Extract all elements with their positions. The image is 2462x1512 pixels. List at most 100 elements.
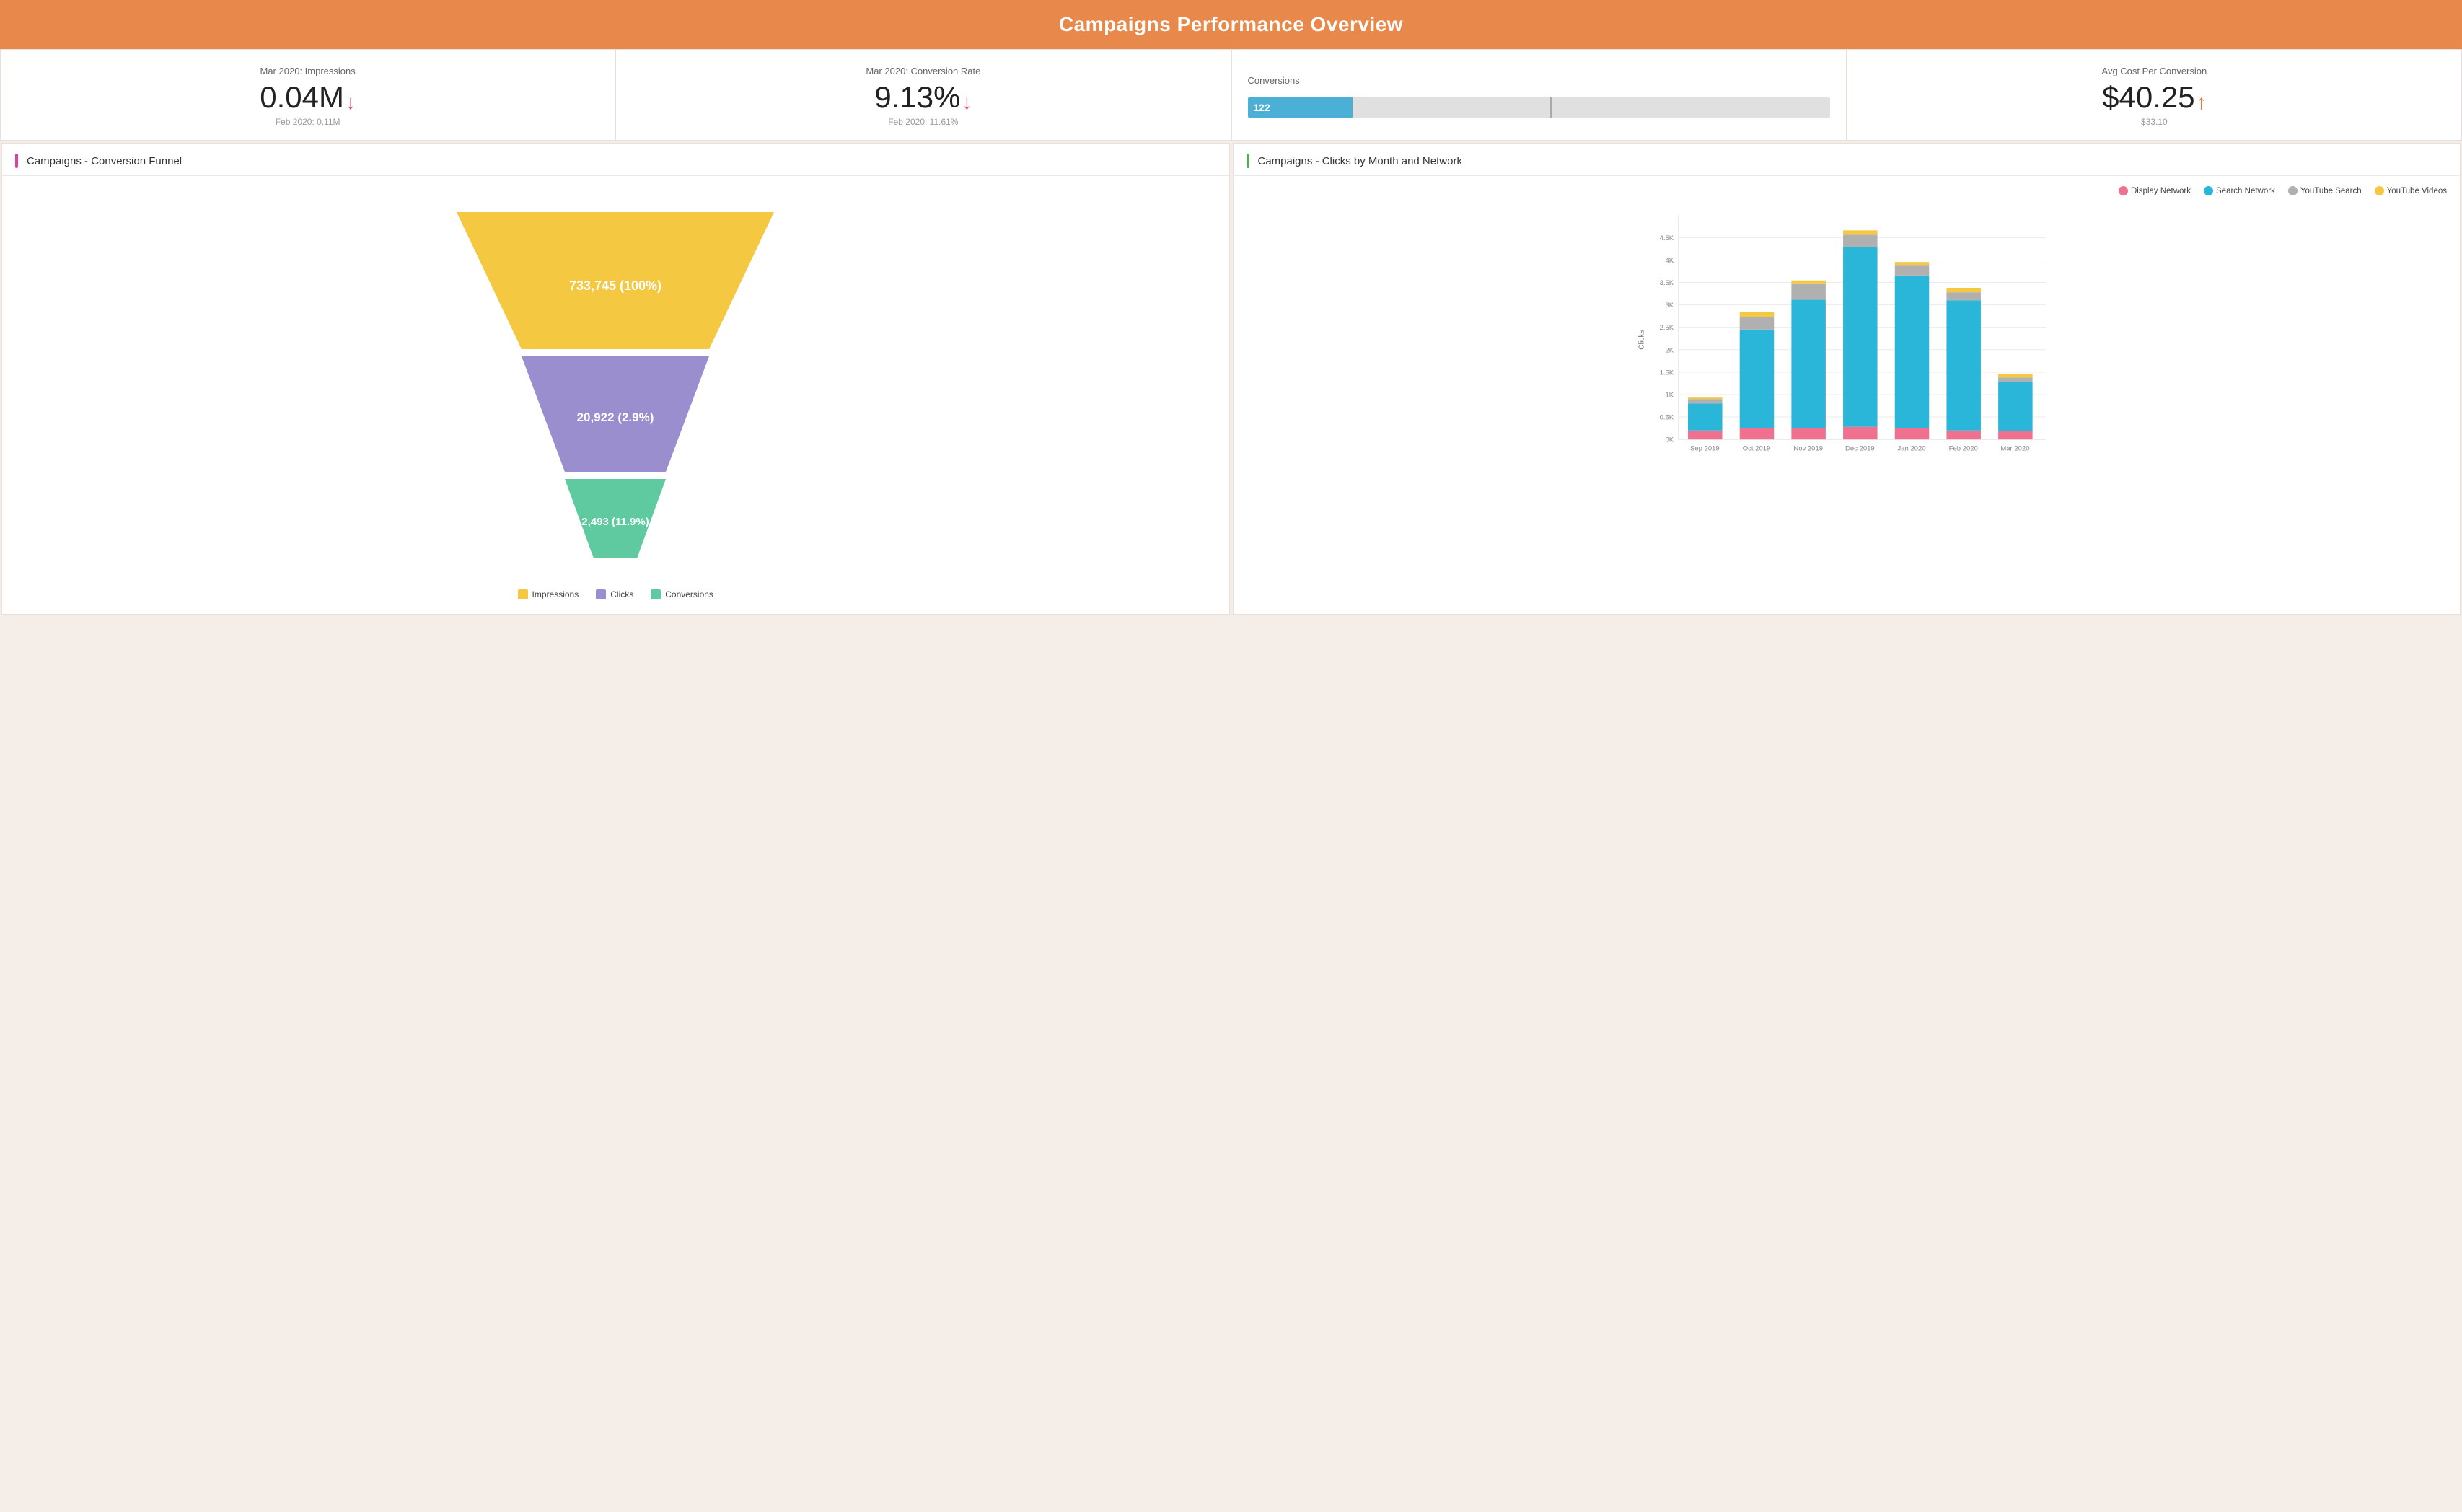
avg-cost-label: Avg Cost Per Conversion — [2102, 66, 2207, 76]
bar-feb-search — [1946, 300, 1981, 430]
legend-clicks-dot — [596, 589, 606, 599]
legend-search-network: Search Network — [2204, 186, 2275, 195]
legend-conversions-label: Conversions — [665, 589, 713, 599]
legend-yt-videos: YouTube Videos — [2375, 186, 2447, 195]
conversion-rate-value: 9.13% ↓ — [874, 82, 972, 113]
bar-oct-ytsearch — [1739, 317, 1774, 329]
bar-sep-ytsearch — [1688, 399, 1723, 403]
funnel-legend: Impressions Clicks Conversions — [518, 589, 713, 599]
legend-clicks: Clicks — [596, 589, 633, 599]
legend-search-dot — [2204, 186, 2213, 195]
legend-impressions-dot — [518, 589, 528, 599]
funnel-svg: 733,745 (100%) 20,922 (2.9%) 2,493 (11.9… — [442, 198, 788, 576]
bar-nov-ytvideo — [1791, 281, 1826, 284]
legend-display-label: Display Network — [2131, 187, 2191, 195]
svg-text:4.5K: 4.5K — [1659, 234, 1674, 242]
legend-impressions-label: Impressions — [532, 589, 579, 599]
bar-mar-display — [1998, 431, 2033, 439]
legend-yt-search: YouTube Search — [2288, 186, 2362, 195]
avg-cost-arrow: ↑ — [2197, 92, 2207, 113]
bar-feb-ytsearch — [1946, 292, 1981, 300]
chart-legend: Display Network Search Network YouTube S… — [1247, 186, 2448, 195]
legend-search-label: Search Network — [2216, 187, 2275, 195]
conversions-bar-fill: 122 — [1248, 97, 1353, 118]
svg-text:Sep 2019: Sep 2019 — [1689, 445, 1719, 453]
bar-feb-ytvideo — [1946, 288, 1981, 292]
bar-chart-svg: 0K 0.5K 1K 1.5K 2K 2.5K — [1247, 203, 2448, 477]
impressions-value: 0.04M ↓ — [260, 82, 356, 113]
svg-text:Clicks: Clicks — [1637, 330, 1645, 350]
bar-dec-display — [1843, 427, 1878, 439]
legend-conversions-dot — [651, 589, 661, 599]
impressions-number: 0.04M — [260, 82, 344, 113]
bar-jan-ytsearch — [1894, 265, 1929, 276]
conversions-value: 122 — [1254, 102, 1270, 113]
bar-nov-display — [1791, 428, 1826, 440]
legend-conversions: Conversions — [651, 589, 713, 599]
bar-chart-svg-wrap: 0K 0.5K 1K 1.5K 2K 2.5K — [1247, 203, 2448, 480]
legend-display-dot — [2119, 186, 2128, 195]
conversion-rate-number: 9.13% — [874, 82, 960, 113]
svg-text:2.5K: 2.5K — [1659, 324, 1674, 332]
funnel-clicks-label: 20,922 (2.9%) — [577, 410, 654, 424]
kpi-conversion-rate: Mar 2020: Conversion Rate 9.13% ↓ Feb 20… — [615, 49, 1231, 141]
bar-dec-ytvideo — [1843, 230, 1878, 234]
funnel-impressions-label: 733,745 (100%) — [569, 278, 661, 293]
conversions-bar-wrap: 122 — [1248, 97, 1830, 118]
conversions-bar-line — [1550, 97, 1552, 118]
svg-text:Dec 2019: Dec 2019 — [1845, 445, 1875, 453]
impressions-prev: Feb 2020: 0.11M — [276, 117, 340, 127]
bar-chart-title-bar — [1247, 154, 1249, 168]
bar-oct-search — [1739, 330, 1774, 428]
kpi-impressions: Mar 2020: Impressions 0.04M ↓ Feb 2020: … — [0, 49, 615, 141]
funnel-panel-title: Campaigns - Conversion Funnel — [2, 144, 1229, 176]
svg-text:Mar 2020: Mar 2020 — [2000, 445, 2029, 453]
bar-nov-ytsearch — [1791, 284, 1826, 300]
svg-text:3.5K: 3.5K — [1659, 279, 1674, 287]
bar-jan-display — [1894, 428, 1929, 439]
svg-text:0.5K: 0.5K — [1659, 414, 1674, 422]
kpi-avg-cost: Avg Cost Per Conversion $40.25 ↑ $33.10 — [1847, 49, 2462, 141]
conversion-rate-prev: Feb 2020: 11.61% — [888, 117, 958, 127]
svg-text:Feb 2020: Feb 2020 — [1948, 445, 1977, 453]
kpi-row: Mar 2020: Impressions 0.04M ↓ Feb 2020: … — [0, 49, 2462, 141]
conversions-label: Conversions — [1248, 75, 1300, 86]
bar-feb-display — [1946, 431, 1981, 439]
main-panels: Campaigns - Conversion Funnel 733,745 (1… — [0, 141, 2462, 616]
avg-cost-prev: $33.10 — [2141, 117, 2168, 127]
bar-mar-ytsearch — [1998, 377, 2033, 382]
legend-impressions: Impressions — [518, 589, 579, 599]
svg-text:4K: 4K — [1665, 257, 1674, 265]
funnel-conversions-label: 2,493 (11.9%) — [582, 516, 649, 528]
svg-text:1K: 1K — [1665, 391, 1674, 399]
bar-oct-display — [1739, 428, 1774, 440]
legend-yt-videos-dot — [2375, 186, 2384, 195]
bar-nov-search — [1791, 300, 1826, 428]
bar-dec-search — [1843, 247, 1878, 427]
legend-yt-videos-label: YouTube Videos — [2387, 187, 2447, 195]
avg-cost-value: $40.25 ↑ — [2102, 82, 2206, 113]
svg-text:0K: 0K — [1665, 436, 1674, 444]
conversion-rate-label: Mar 2020: Conversion Rate — [866, 66, 980, 76]
funnel-title-bar — [15, 154, 18, 168]
page-title: Campaigns Performance Overview — [0, 0, 2462, 49]
bar-jan-ytvideo — [1894, 262, 1929, 265]
bar-sep-ytvideo — [1688, 397, 1723, 399]
chart-container: Display Network Search Network YouTube S… — [1234, 176, 2461, 493]
svg-text:1.5K: 1.5K — [1659, 369, 1674, 377]
bar-mar-ytvideo — [1998, 374, 2033, 377]
svg-text:2K: 2K — [1665, 346, 1674, 354]
bar-chart-panel: Campaigns - Clicks by Month and Network … — [1233, 143, 2461, 615]
funnel-panel: Campaigns - Conversion Funnel 733,745 (1… — [1, 143, 1230, 615]
funnel-container: 733,745 (100%) 20,922 (2.9%) 2,493 (11.9… — [2, 176, 1229, 614]
legend-yt-search-label: YouTube Search — [2300, 187, 2362, 195]
funnel-title-text: Campaigns - Conversion Funnel — [27, 155, 182, 167]
bar-mar-search — [1998, 382, 2033, 431]
conversion-rate-arrow: ↓ — [962, 92, 972, 113]
legend-yt-search-dot — [2288, 186, 2298, 195]
bar-sep-search — [1688, 403, 1723, 430]
impressions-arrow: ↓ — [346, 92, 356, 113]
bar-oct-ytvideo — [1739, 312, 1774, 317]
bar-sep-display — [1688, 431, 1723, 439]
kpi-conversions: Conversions 122 — [1231, 49, 1847, 141]
